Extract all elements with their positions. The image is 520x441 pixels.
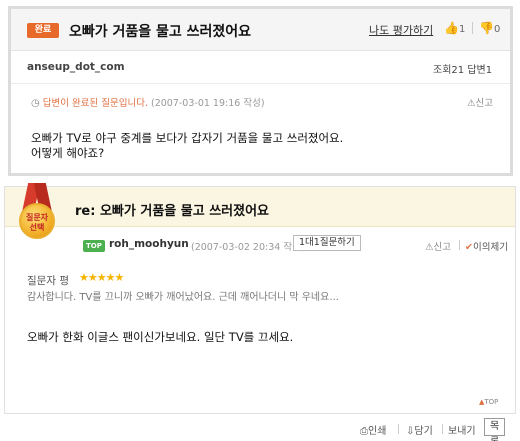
save-label: 담기 — [414, 426, 433, 437]
thumbs-up-count: 1 — [458, 24, 466, 35]
answer-date: (2007-03-02 20:34 작성) — [191, 242, 305, 253]
question-body-line: 오빠가 TV로 야구 중계를 보다가 갑자기 거품을 물고 쓰러졌어요. — [31, 131, 344, 145]
save-button[interactable]: ⇩담기 — [406, 422, 433, 437]
report-icon: ⚠ — [425, 242, 434, 253]
print-icon: ⎙ — [360, 426, 368, 437]
question-header: 완료 오빠가 거품을 물고 쓰러졌어요 나도 평가하기 👍1 👎0 — [11, 9, 510, 51]
medal-text: 질문자 — [25, 213, 49, 222]
question-body: 오빠가 TV로 야구 중계를 보다가 갑자기 거품을 물고 쓰러졌어요. 어떻게… — [31, 131, 343, 161]
medal-icon: 질문자 선택 — [17, 183, 57, 249]
answer-title: re: 오빠가 거품을 물고 쓰러졌어요 — [75, 204, 270, 219]
question-author[interactable]: anseup_dot_com — [27, 61, 125, 73]
asker-evaluation-text: 감사합니다. TV를 끄니까 오빠가 깨어났어요. 근데 깨어나더니 막 우네요… — [27, 292, 339, 303]
answer-author[interactable]: roh_moohyun — [109, 238, 189, 250]
print-button[interactable]: ⎙인쇄 — [360, 422, 386, 437]
send-button[interactable]: 보내기 — [448, 422, 476, 437]
answer-header: re: 오빠가 거품을 물고 쓰러졌어요 — [5, 187, 515, 227]
medal-text: 선택 — [29, 223, 45, 232]
thumbs-down-count: 0 — [493, 24, 501, 35]
rating-stars: ★★★★★ — [79, 271, 124, 284]
question-title: 오빠가 거품을 물고 쓰러졌어요 — [69, 24, 252, 40]
answer-body: 오빠가 한화 이글스 팬이신가보네요. 일단 TV를 끄세요. — [27, 330, 294, 344]
divider — [459, 240, 460, 250]
clock-icon: ◷ — [31, 98, 40, 109]
question-report-button[interactable]: ⚠신고 — [467, 95, 493, 109]
view-answer-counts: 조회21 답변1 — [433, 61, 492, 76]
answer-box: re: 오빠가 거품을 물고 쓰러졌어요 질문자 선택 TOP roh_mooh… — [4, 183, 516, 414]
top-label: TOP — [484, 398, 499, 406]
thumbs-down-button[interactable]: 👎0 — [479, 21, 500, 35]
rate-link[interactable]: 나도 평가하기 — [369, 22, 433, 38]
question-date: (2007-03-01 19:16 작성) — [151, 98, 265, 109]
scroll-top-link[interactable]: ▲TOP — [479, 398, 498, 406]
question-meta: anseup_dot_com 조회21 답변1 — [11, 51, 510, 84]
top-user-badge: TOP — [83, 240, 105, 252]
asker-evaluation-label: 질문자 평 — [27, 275, 69, 287]
divider — [398, 424, 399, 434]
views-count: 조회21 — [433, 65, 465, 76]
medal-coin: 질문자 선택 — [19, 203, 55, 239]
objection-label: 이의제기 — [472, 242, 508, 253]
status-badge: 완료 — [27, 23, 59, 38]
print-label: 인쇄 — [368, 426, 387, 437]
status-text: 답변이 완료된 질문입니다. — [42, 98, 148, 109]
thumbs-down-icon: 👎 — [479, 21, 494, 35]
answers-count: 답변1 — [467, 65, 493, 76]
report-icon: ⚠ — [467, 98, 476, 109]
list-button[interactable]: 목록 — [484, 418, 506, 441]
answer-report-button[interactable]: ⚠신고 — [425, 239, 451, 253]
question-status: ◷ 답변이 완료된 질문입니다. (2007-03-01 19:16 작성) — [31, 95, 265, 109]
one-to-one-question-button[interactable]: 1대1질문하기 — [293, 235, 361, 251]
report-label: 신고 — [475, 98, 494, 109]
question-body-line: 어떻게 해야죠? — [31, 146, 105, 160]
check-icon: ✔ — [465, 242, 473, 253]
report-label: 신고 — [433, 242, 452, 253]
divider — [472, 22, 473, 34]
thumbs-up-icon: 👍 — [444, 21, 459, 35]
objection-button[interactable]: ✔이의제기 — [465, 239, 508, 253]
question-box: 완료 오빠가 거품을 물고 쓰러졌어요 나도 평가하기 👍1 👎0 anseup… — [8, 6, 513, 176]
thumbs-up-button[interactable]: 👍1 — [444, 21, 465, 35]
divider — [442, 424, 443, 434]
